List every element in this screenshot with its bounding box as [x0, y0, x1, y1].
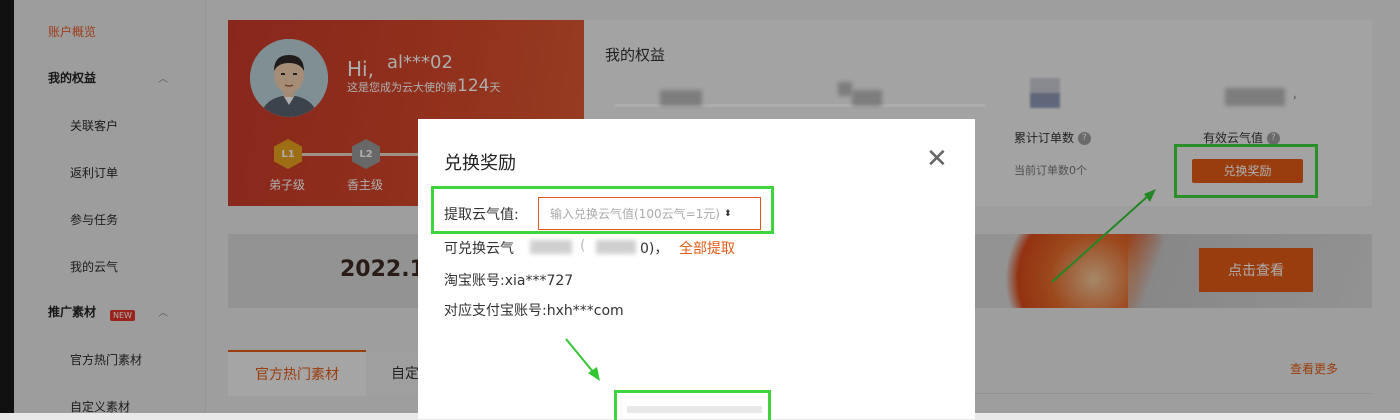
blurred-value: [596, 240, 636, 254]
available-suffix: 0)，: [640, 241, 669, 257]
green-arrow-icon: [565, 338, 600, 381]
highlight-box: [614, 390, 771, 420]
modal-title: 兑换奖励: [444, 153, 516, 174]
available-paren: (: [580, 238, 586, 254]
highlight-box: [431, 186, 774, 234]
taobao-account: 淘宝账号:xia***727: [444, 273, 574, 289]
withdraw-all-link[interactable]: 全部提取: [679, 238, 735, 258]
available-cloud: 可兑换云气: [444, 241, 514, 257]
blurred-value: [530, 240, 572, 254]
alipay-account: 对应支付宝账号:hxh***com: [444, 303, 624, 319]
close-icon[interactable]: ✕: [926, 146, 948, 172]
